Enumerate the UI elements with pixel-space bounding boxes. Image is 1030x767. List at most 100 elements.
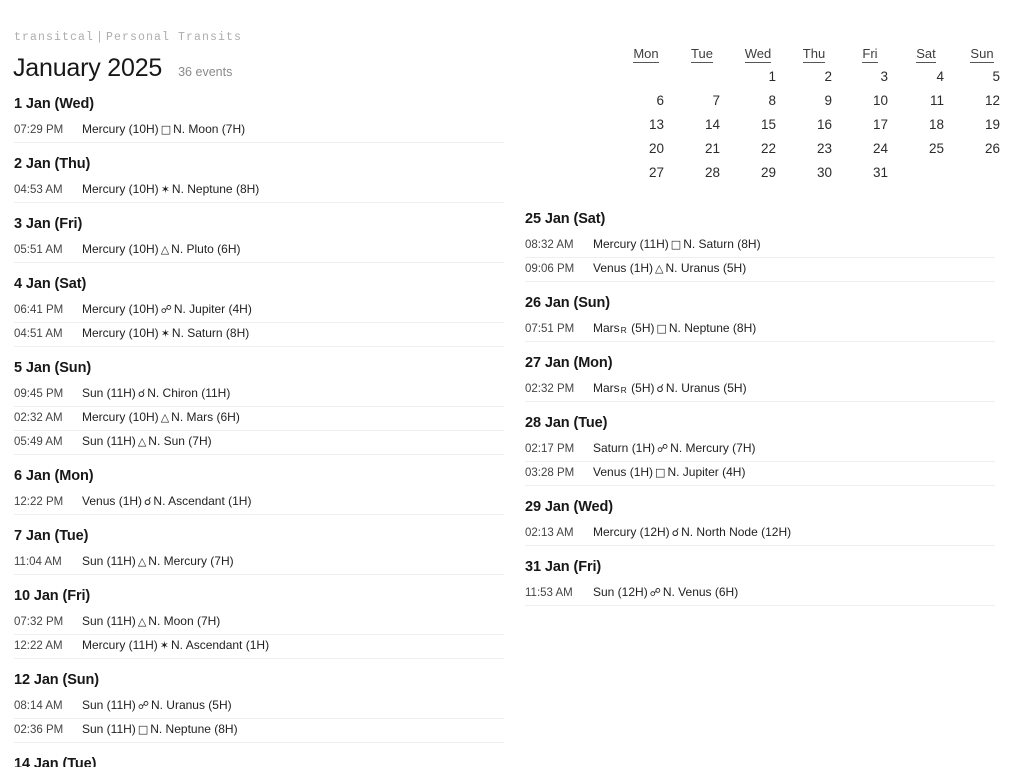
event-time: 05:49 AM <box>14 436 63 448</box>
weekday-label: Thu <box>802 46 826 63</box>
event-description: Sun (11H) △ N. Sun (7H) <box>82 434 212 448</box>
mini-calendar-day-4[interactable]: 4 <box>898 64 954 88</box>
mini-calendar-weekday-sat: Sat <box>898 46 954 64</box>
event-description: Sun (11H) ☍ N. Uranus (5H) <box>82 698 232 712</box>
natal-body: N. Moon (7H) <box>148 614 221 628</box>
transit-house: (5H) <box>627 381 655 395</box>
mini-calendar-weekday-thu: Thu <box>786 46 842 64</box>
day-group: 10 Jan (Fri) 07:32 PM Sun (11H) △ N. Moon (7… <box>14 575 504 659</box>
natal-body: N. Ascendant (1H) <box>171 638 270 652</box>
breadcrumb-app[interactable]: transitcal <box>14 31 94 44</box>
natal-body: N. Uranus (5H) <box>150 698 232 712</box>
day-header: 4 Jan (Sat) <box>14 276 87 292</box>
event-row[interactable]: 03:28 PM Venus (1H) □ N. Jupiter (4H) <box>525 462 995 486</box>
transit-body: Mercury (10H) <box>82 302 159 316</box>
transit-body: Sun (11H) <box>82 614 136 628</box>
natal-body: N. Neptune (8H) <box>150 722 238 736</box>
event-time: 12:22 AM <box>14 640 63 652</box>
event-row[interactable]: 02:17 PM Saturn (1H) ☍ N. Mercury (7H) <box>525 438 995 462</box>
aspect-symbol-icon: ☍ <box>137 699 149 712</box>
aspect-symbol-icon: ✶ <box>160 183 170 196</box>
event-time: 09:06 PM <box>525 263 575 275</box>
day-group: 28 Jan (Tue) 02:17 PM Saturn (1H) ☍ N. Mercu… <box>525 402 995 486</box>
mini-calendar-day-empty <box>618 64 674 88</box>
transit-body: Sun (11H) <box>82 722 136 736</box>
event-row[interactable]: 07:29 PM Mercury (10H) □ N. Moon (7H) <box>14 119 504 143</box>
event-row[interactable]: 02:36 PM Sun (11H) □ N. Neptune (8H) <box>14 719 504 743</box>
event-description: MarsR (5H) □ N. Neptune (8H) <box>593 321 756 335</box>
event-description: Sun (11H) ☌ N. Chiron (11H) <box>82 386 230 400</box>
event-row[interactable]: 04:53 AM Mercury (10H) ✶ N. Neptune (8H) <box>14 179 504 203</box>
retrograde-marker: R <box>620 325 627 335</box>
mini-calendar-weekday-tue: Tue <box>674 46 730 64</box>
event-row[interactable]: 08:14 AM Sun (11H) ☍ N. Uranus (5H) <box>14 695 504 719</box>
event-row[interactable]: 02:32 PM MarsR (5H) ☌ N. Uranus (5H) <box>525 378 995 402</box>
aspect-symbol-icon: □ <box>655 466 666 479</box>
day-header: 29 Jan (Wed) <box>525 499 613 515</box>
event-row[interactable]: 02:13 AM Mercury (12H) ☌ N. North Node (12H… <box>525 522 995 546</box>
mini-calendar-day-2[interactable]: 2 <box>786 64 842 88</box>
day-header: 26 Jan (Sun) <box>525 295 611 311</box>
event-row[interactable]: 11:53 AM Sun (12H) ☍ N. Venus (6H) <box>525 582 995 606</box>
page-title-row: January 2025 36 events <box>13 54 232 83</box>
event-row[interactable]: 05:49 AM Sun (11H) △ N. Sun (7H) <box>14 431 504 455</box>
aspect-symbol-icon: △ <box>655 262 664 275</box>
natal-body: N. Neptune (8H) <box>171 182 260 196</box>
event-time: 04:51 AM <box>14 328 63 340</box>
transit-body: Venus (1H) <box>593 261 654 275</box>
natal-body: N. Pluto (6H) <box>171 242 241 256</box>
event-row[interactable]: 12:22 PM Venus (1H) ☌ N. Ascendant (1H) <box>14 491 504 515</box>
event-time: 05:51 AM <box>14 244 63 256</box>
event-row[interactable]: 12:22 AM Mercury (11H) ✶ N. Ascendant (1H) <box>14 635 504 659</box>
event-description: Venus (1H) □ N. Jupiter (4H) <box>593 465 745 479</box>
transit-house: (5H) <box>627 321 655 335</box>
weekday-label: Mon <box>633 46 659 63</box>
event-time: 06:41 PM <box>14 304 64 316</box>
event-row[interactable]: 04:51 AM Mercury (10H) ✶ N. Saturn (8H) <box>14 323 504 347</box>
event-row[interactable]: 09:45 PM Sun (11H) ☌ N. Chiron (11H) <box>14 383 504 407</box>
aspect-symbol-icon: ☌ <box>671 526 680 539</box>
transit-body: Sun (12H) <box>593 585 648 599</box>
day-header: 1 Jan (Wed) <box>14 96 95 112</box>
event-row[interactable]: 09:06 PM Venus (1H) △ N. Uranus (5H) <box>525 258 995 282</box>
mini-calendar-day-5[interactable]: 5 <box>954 64 1010 88</box>
breadcrumb-section[interactable]: Personal Transits <box>106 31 242 44</box>
event-description: Mercury (10H) △ N. Pluto (6H) <box>82 242 241 256</box>
aspect-symbol-icon: ☌ <box>137 387 146 400</box>
event-description: Venus (1H) ☌ N. Ascendant (1H) <box>82 494 251 508</box>
transit-body: Mars <box>593 321 620 335</box>
day-header: 6 Jan (Mon) <box>14 468 94 484</box>
day-group: 14 Jan (Tue) <box>14 743 504 767</box>
aspect-symbol-icon: △ <box>137 555 147 568</box>
day-group: 2 Jan (Thu) 04:53 AM Mercury (10H) ✶ N. Nept… <box>14 143 504 203</box>
natal-body: N. Saturn (8H) <box>171 326 250 340</box>
day-header: 12 Jan (Sun) <box>14 672 100 688</box>
event-row[interactable]: 11:04 AM Sun (11H) △ N. Mercury (7H) <box>14 551 504 575</box>
mini-calendar-day-1[interactable]: 1 <box>730 64 786 88</box>
event-row[interactable]: 07:51 PM MarsR (5H) □ N. Neptune (8H) <box>525 318 995 342</box>
event-time: 07:51 PM <box>525 323 575 335</box>
event-description: Venus (1H) △ N. Uranus (5H) <box>593 261 746 275</box>
event-row[interactable]: 05:51 AM Mercury (10H) △ N. Pluto (6H) <box>14 239 504 263</box>
natal-body: N. Uranus (5H) <box>665 261 747 275</box>
event-description: Sun (11H) △ N. Mercury (7H) <box>82 554 234 568</box>
event-columns: 1 Jan (Wed) 07:29 PM Mercury (10H) □ N. Moon… <box>0 96 1030 767</box>
aspect-symbol-icon: ☌ <box>144 495 152 508</box>
transit-body: Venus (1H) <box>593 465 654 479</box>
event-row[interactable]: 02:32 AM Mercury (10H) △ N. Mars (6H) <box>14 407 504 431</box>
event-row[interactable]: 08:32 AM Mercury (11H) □ N. Saturn (8H) <box>525 234 995 258</box>
natal-body: N. Uranus (5H) <box>665 381 747 395</box>
event-row[interactable]: 06:41 PM Mercury (10H) ☍ N. Jupiter (4H) <box>14 299 504 323</box>
mini-calendar-day-3[interactable]: 3 <box>842 64 898 88</box>
breadcrumb-separator: | <box>96 31 105 44</box>
transit-body: Mercury (10H) <box>82 242 159 256</box>
event-row[interactable]: 07:32 PM Sun (11H) △ N. Moon (7H) <box>14 611 504 635</box>
transit-body: Mercury (10H) <box>82 182 159 196</box>
event-time: 09:45 PM <box>14 388 64 400</box>
aspect-symbol-icon: □ <box>137 723 149 736</box>
transit-body: Venus (1H) <box>82 494 143 508</box>
event-description: Sun (12H) ☍ N. Venus (6H) <box>593 585 738 599</box>
aspect-symbol-icon: □ <box>670 238 682 251</box>
mini-calendar-day-empty <box>674 64 730 88</box>
event-time: 02:36 PM <box>14 724 64 736</box>
